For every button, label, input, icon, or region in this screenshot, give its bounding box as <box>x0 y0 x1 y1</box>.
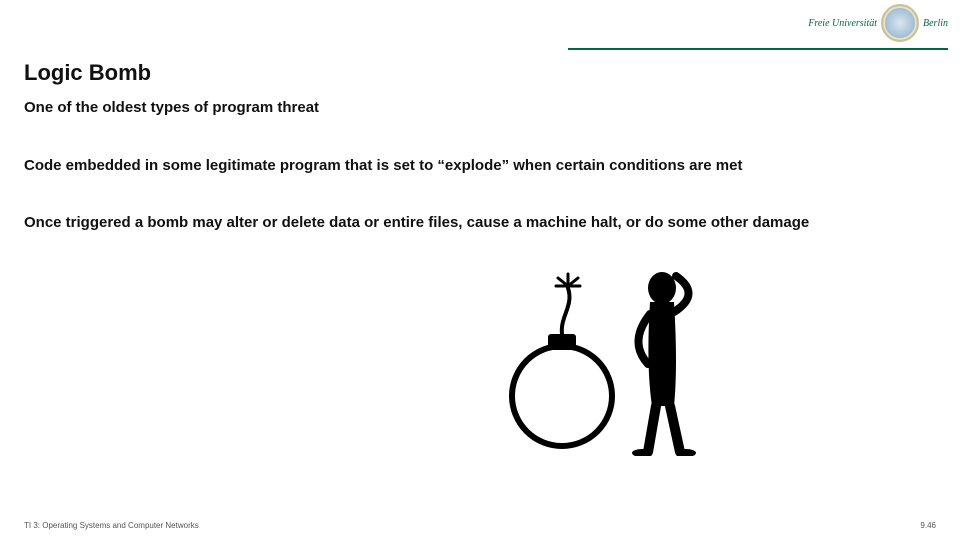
bullet-3: Once triggered a bomb may alter or delet… <box>24 213 936 233</box>
slide-title: Logic Bomb <box>24 60 151 86</box>
institution-name-right: Berlin <box>923 18 948 29</box>
logo-text-row: Freie Universität Berlin <box>808 4 948 42</box>
university-seal-icon <box>881 4 919 42</box>
bullet-2: Code embedded in some legitimate program… <box>24 156 936 176</box>
university-logo: Freie Universität Berlin <box>808 4 948 42</box>
slide: Freie Universität Berlin Logic Bomb One … <box>0 0 960 540</box>
institution-name-left: Freie Universität <box>808 18 877 29</box>
slide-footer: TI 3: Operating Systems and Computer Net… <box>24 521 936 530</box>
slide-body: One of the oldest types of program threa… <box>24 98 936 271</box>
bomb-person-illustration <box>490 256 730 456</box>
footer-page-number: 9.46 <box>920 521 936 530</box>
header-divider <box>568 48 948 50</box>
bullet-1: One of the oldest types of program threa… <box>24 98 936 118</box>
footer-left: TI 3: Operating Systems and Computer Net… <box>24 521 199 530</box>
